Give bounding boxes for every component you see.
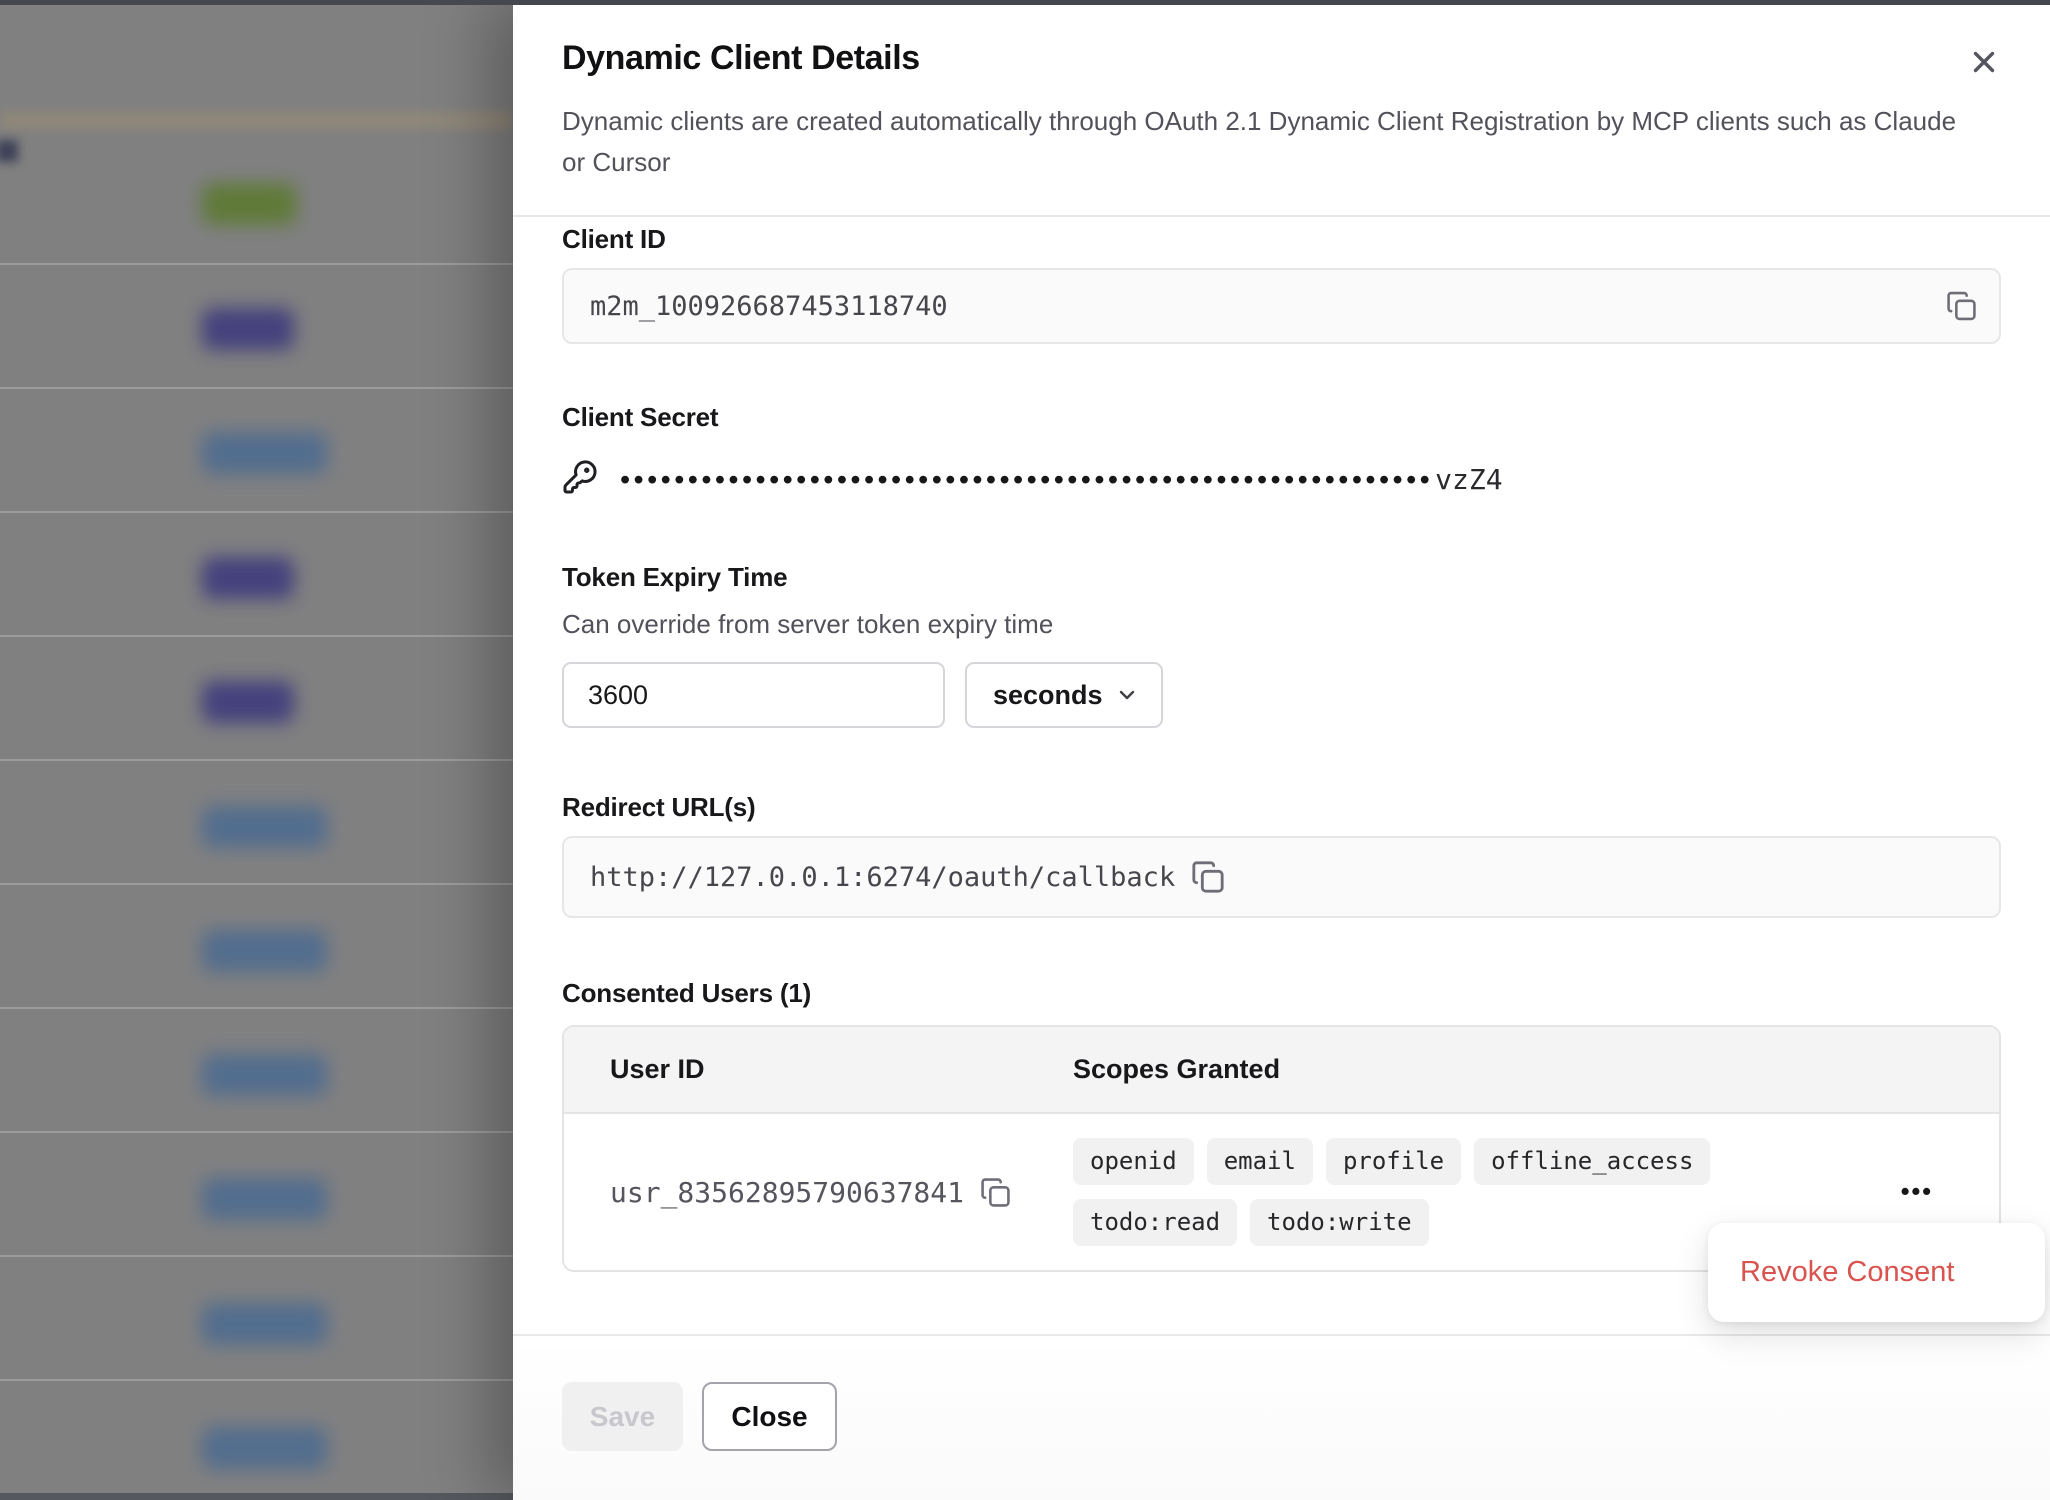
scope-chip: todo:write [1250, 1199, 1429, 1246]
background-blurred-badge [202, 930, 327, 972]
user-id-value: usr_83562895790637841 [610, 1176, 964, 1209]
modal-scroll-body[interactable]: Client ID m2m_100926687453118740 Client … [513, 217, 2050, 1333]
modal-header: Dynamic Client Details Dynamic clients a… [513, 0, 2050, 183]
scope-chip: offline_access [1474, 1138, 1710, 1185]
close-icon [1967, 45, 2001, 79]
scope-chip: profile [1326, 1138, 1461, 1185]
background-blurred-badge [202, 432, 327, 474]
modal-footer: Save Close [513, 1334, 2050, 1500]
client-secret-row: ••••••••••••••••••••••••••••••••••••••••… [562, 459, 2001, 500]
background-highlight-band [0, 111, 513, 130]
screen: Dynamic Client Details Dynamic clients a… [0, 0, 2050, 1500]
close-button[interactable] [1962, 40, 2006, 84]
key-icon [562, 459, 598, 500]
column-header-scopes: Scopes Granted [1073, 1054, 1280, 1085]
client-id-label: Client ID [562, 224, 2001, 255]
modal-title: Dynamic Client Details [562, 38, 2001, 79]
token-expiry-helper: Can override from server token expiry ti… [562, 609, 2001, 640]
consented-users-label: Consented Users (1) [562, 978, 2001, 1009]
background-blurred-badge [202, 1427, 327, 1469]
row-actions-menu-button[interactable]: ••• [1893, 1172, 1941, 1213]
background-blurred-badge [202, 1178, 327, 1220]
masked-dots: ••••••••••••••••••••••••••••••••••••••••… [620, 464, 1433, 496]
background-blurred-badge [202, 183, 297, 225]
close-button-footer[interactable]: Close [702, 1382, 837, 1451]
table-header-row: User ID Scopes Granted [564, 1027, 1999, 1114]
background-blurred-badge [202, 681, 294, 723]
token-expiry-unit-select[interactable]: seconds [965, 662, 1163, 728]
chevron-down-icon [1115, 683, 1139, 707]
copy-user-id-button[interactable] [980, 1177, 1011, 1208]
copy-icon [1946, 291, 1977, 322]
scope-chip: email [1207, 1138, 1313, 1185]
secret-visible-suffix: vzZ4 [1435, 463, 1502, 496]
background-blurred-badge [202, 308, 294, 350]
token-expiry-input[interactable] [562, 662, 945, 728]
dynamic-client-details-modal: Dynamic Client Details Dynamic clients a… [513, 0, 2050, 1500]
client-id-box: m2m_100926687453118740 [562, 268, 2001, 344]
top-chrome-bar [0, 0, 2050, 5]
copy-redirect-url-button[interactable] [1191, 860, 1225, 894]
revoke-consent-menu-item[interactable]: Revoke Consent [1708, 1255, 1960, 1290]
column-header-user-id: User ID [564, 1054, 1073, 1085]
scopes-cell: openid email profile offline_access todo… [1073, 1114, 1713, 1270]
background-bottom-bar [0, 1493, 513, 1500]
save-button[interactable]: Save [562, 1382, 683, 1451]
unit-selected-value: seconds [993, 680, 1103, 711]
user-id-cell: usr_83562895790637841 [564, 1176, 1073, 1209]
client-secret-label: Client Secret [562, 402, 2001, 433]
copy-icon [980, 1177, 1011, 1208]
redirect-url-value: http://127.0.0.1:6274/oauth/callback [590, 862, 1175, 893]
background-blurred-badge [202, 1054, 327, 1096]
ellipsis-menu-icon: ••• [1901, 1178, 1933, 1206]
copy-client-id-button[interactable] [1946, 291, 1977, 322]
scope-chip: todo:read [1073, 1199, 1237, 1246]
client-id-value: m2m_100926687453118740 [590, 291, 948, 322]
background-blurred-badge [202, 1303, 327, 1345]
redirect-urls-label: Redirect URL(s) [562, 792, 2001, 823]
modal-description: Dynamic clients are created automaticall… [562, 101, 1962, 183]
footer-buttons: Save Close [513, 1336, 2050, 1451]
client-secret-masked: ••••••••••••••••••••••••••••••••••••••••… [620, 463, 1503, 496]
background-blurred-badge [202, 806, 327, 848]
scope-chip: openid [1073, 1138, 1194, 1185]
copy-icon [1191, 860, 1225, 894]
token-expiry-row: seconds [562, 662, 2001, 728]
token-expiry-label: Token Expiry Time [562, 562, 2001, 593]
background-blurred-badge [202, 557, 294, 599]
redirect-url-box: http://127.0.0.1:6274/oauth/callback [562, 836, 2001, 918]
row-actions-context-menu: Revoke Consent [1708, 1223, 2045, 1322]
